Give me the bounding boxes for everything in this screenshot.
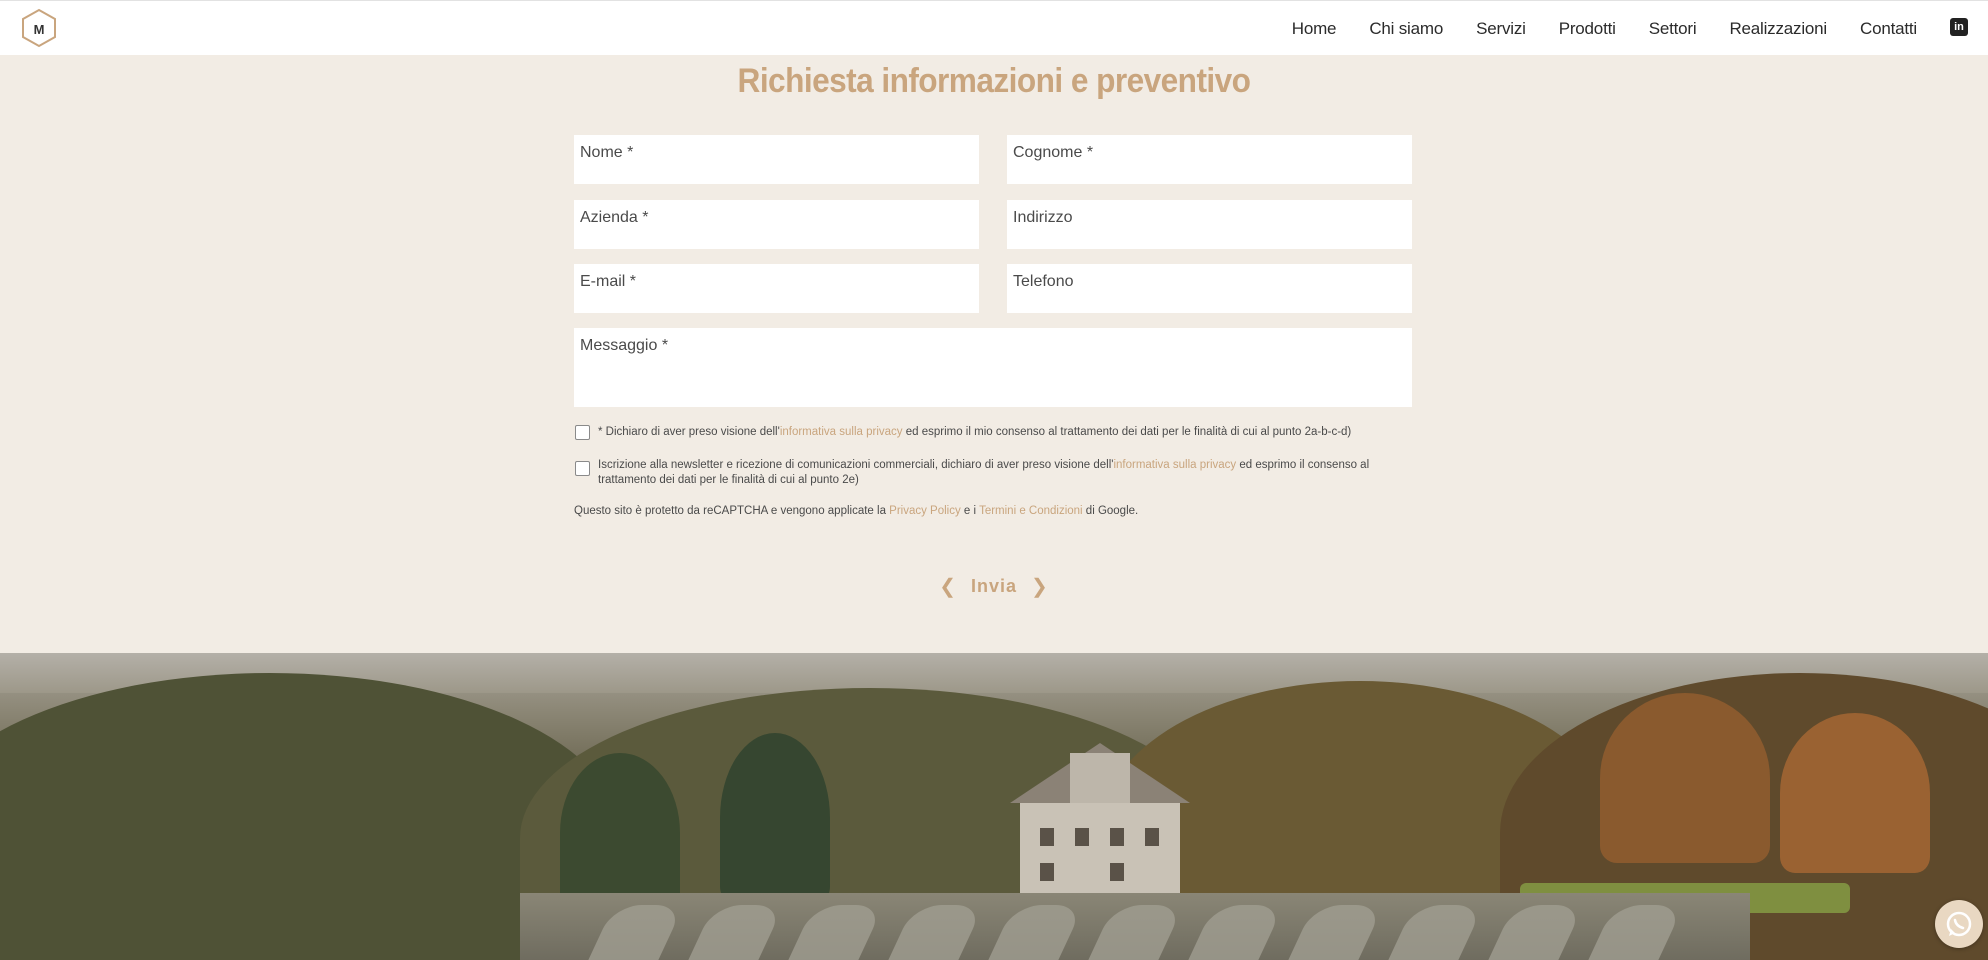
messaggio-placeholder: Messaggio * [580, 337, 669, 354]
privacy-policy-link[interactable]: Privacy Policy [889, 505, 961, 517]
recaptcha-post: di Google. [1082, 505, 1139, 517]
consent1-pre: * Dichiaro di aver preso visione dell' [598, 426, 780, 438]
nav-settori[interactable]: Settori [1649, 19, 1697, 39]
nav-realizzazioni[interactable]: Realizzazioni [1729, 19, 1827, 39]
newsletter-consent-checkbox[interactable] [575, 461, 590, 476]
privacy-consent-checkbox[interactable] [575, 425, 590, 440]
recaptcha-mid: e i [960, 505, 980, 517]
nav-chi-siamo[interactable]: Chi siamo [1369, 19, 1443, 39]
cognome-field[interactable]: Cognome * [1007, 135, 1412, 184]
indirizzo-field[interactable]: Indirizzo [1007, 200, 1412, 249]
newsletter-consent-text: Iscrizione alla newsletter e ricezione d… [598, 458, 1398, 488]
email-field[interactable]: E-mail * [574, 264, 979, 313]
linkedin-icon[interactable]: in [1950, 17, 1968, 36]
submit-label: Invia [970, 575, 1018, 596]
consent2-pre: Iscrizione alla newsletter e ricezione d… [598, 459, 1114, 471]
email-placeholder: E-mail * [580, 273, 637, 290]
logo[interactable]: M [20, 8, 58, 48]
recaptcha-pre: Questo sito è protetto da reCAPTCHA e ve… [574, 505, 890, 517]
form-title: Richiesta informazioni e preventivo [737, 62, 1251, 100]
photo-villa [1010, 743, 1190, 898]
recaptcha-notice: Questo sito è protetto da reCAPTCHA e ve… [574, 504, 1424, 519]
logo-icon: M [22, 8, 56, 48]
privacy-link-2[interactable]: informativa sulla privacy [1113, 459, 1236, 471]
azienda-placeholder: Azienda * [580, 209, 649, 226]
indirizzo-placeholder: Indirizzo [1013, 209, 1073, 226]
site-header: M Home Chi siamo Servizi Prodotti Settor… [0, 0, 1988, 55]
chevron-right-icon: ❯ [1031, 575, 1049, 598]
consent1-post: ed esprimo il mio consenso al trattament… [902, 426, 1352, 438]
main-nav: Home Chi siamo Servizi Prodotti Settori … [1292, 1, 1988, 56]
telefono-field[interactable]: Telefono [1007, 264, 1412, 313]
messaggio-textarea[interactable]: Messaggio * [574, 328, 1412, 407]
privacy-link-1[interactable]: informativa sulla privacy [780, 426, 903, 438]
photo-pine-tree [720, 733, 830, 903]
photo-autumn-tree [1780, 713, 1930, 873]
nav-home[interactable]: Home [1292, 19, 1337, 39]
landscape-photo [0, 653, 1988, 960]
contact-form-section: Richiesta informazioni e preventivo Nome… [0, 55, 1988, 653]
telefono-placeholder: Telefono [1013, 273, 1074, 290]
svg-text:M: M [34, 22, 45, 37]
nav-servizi[interactable]: Servizi [1476, 19, 1526, 39]
whatsapp-button[interactable] [1935, 900, 1983, 948]
cognome-placeholder: Cognome * [1013, 144, 1094, 161]
chevron-left-icon: ❮ [939, 575, 957, 598]
nome-field[interactable]: Nome * [574, 135, 979, 184]
terms-link[interactable]: Termini e Condizioni [979, 505, 1083, 517]
privacy-consent-text: * Dichiaro di aver preso visione dell'in… [598, 425, 1418, 440]
nav-prodotti[interactable]: Prodotti [1559, 19, 1616, 39]
nome-placeholder: Nome * [580, 144, 634, 161]
whatsapp-icon [1946, 911, 1972, 937]
photo-autumn-tree [1600, 693, 1770, 863]
azienda-field[interactable]: Azienda * [574, 200, 979, 249]
photo-pine-tree [560, 753, 680, 913]
nav-contatti[interactable]: Contatti [1860, 19, 1917, 39]
submit-button[interactable]: ❮ Invia ❯ [939, 571, 1048, 601]
